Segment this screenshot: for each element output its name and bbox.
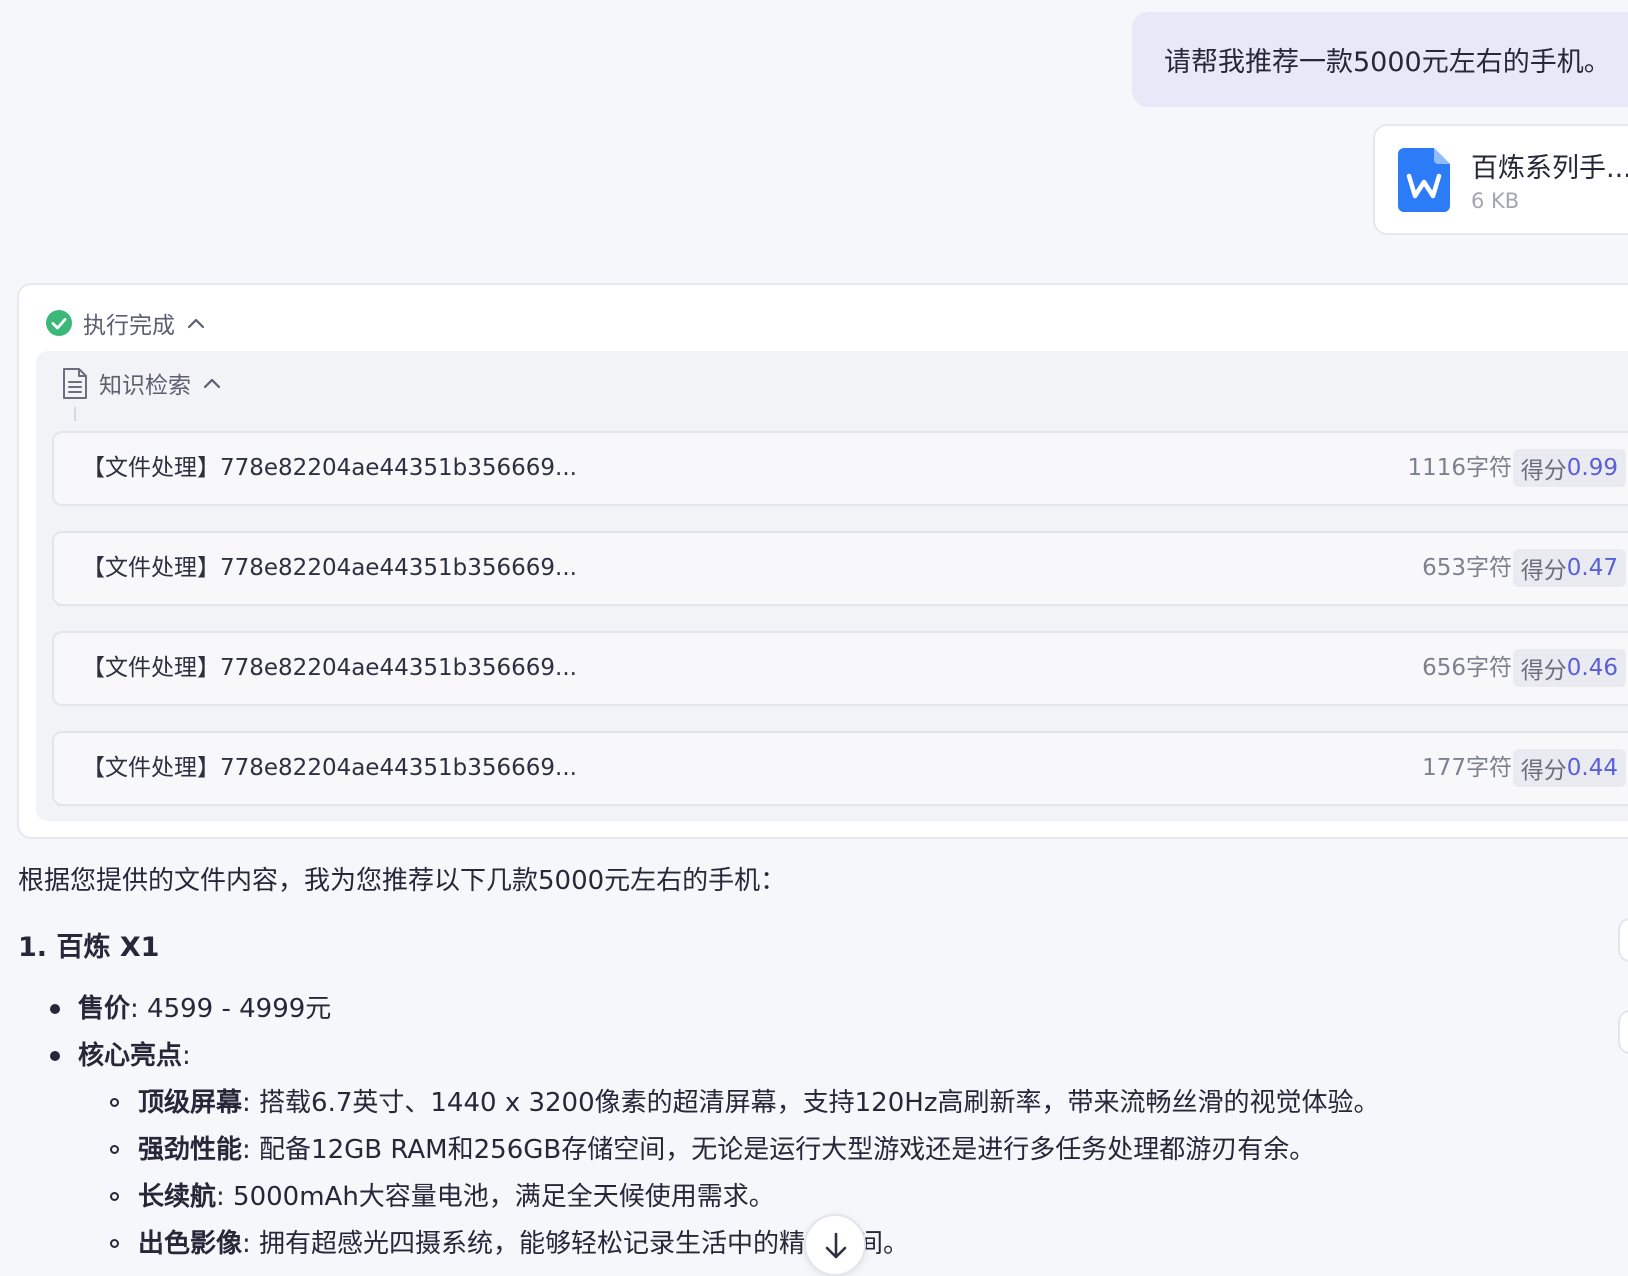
highlight-item: 出色影像: 拥有超感光四摄系统，能够轻松记录生活中的精彩瞬间。 — [138, 1223, 909, 1260]
bullet-dot — [50, 1004, 60, 1014]
sub-bullet-ring — [110, 1239, 119, 1248]
retrieval-result-row[interactable]: 【文件处理】778e82204ae44351b356669... 177字符 得… — [52, 731, 1628, 806]
word-document-icon — [1398, 148, 1450, 212]
score-value: 0.47 — [1566, 555, 1618, 581]
execution-panel: 执行完成 知识检索 【文件处理】778e82204ae44351b356669.… — [17, 283, 1628, 839]
price-label: 售价 — [78, 994, 131, 1024]
highlight-label: 顶级屏幕 — [138, 1088, 243, 1118]
scroll-to-bottom-button[interactable] — [804, 1214, 866, 1276]
result-char-count: 177字符 — [1422, 755, 1512, 781]
knowledge-retrieval-toggle[interactable]: 知识检索 — [62, 365, 221, 401]
highlights-colon: : — [182, 1041, 191, 1071]
highlight-text: : 搭载6.7英寸、1440 x 3200像素的超清屏幕，支持120Hz高刷新率… — [242, 1088, 1380, 1118]
score-label: 得分 — [1520, 558, 1567, 584]
retrieval-result-row[interactable]: 【文件处理】778e82204ae44351b356669... 656字符 得… — [52, 631, 1628, 706]
price-value: : 4599 - 4999元 — [130, 994, 332, 1024]
arrow-down-icon — [825, 1232, 847, 1259]
highlight-label: 强劲性能 — [138, 1135, 243, 1165]
attachment-card[interactable]: 百炼系列手... 6 KB — [1373, 124, 1628, 235]
result-title: 【文件处理】778e82204ae44351b356669... — [82, 755, 577, 781]
score-badge: 得分 0.47 — [1512, 549, 1626, 587]
highlight-text: : 5000mAh大容量电池，满足全天候使用需求。 — [216, 1182, 775, 1212]
score-label: 得分 — [1520, 658, 1567, 684]
result-char-count: 653字符 — [1422, 555, 1512, 581]
side-action-button[interactable] — [1618, 1010, 1628, 1054]
score-badge: 得分 0.99 — [1512, 449, 1626, 487]
score-label: 得分 — [1520, 758, 1567, 784]
score-value: 0.44 — [1566, 755, 1618, 781]
score-badge: 得分 0.46 — [1512, 649, 1626, 687]
attachment-name: 百炼系列手... — [1471, 153, 1628, 184]
highlight-label: 长续航 — [138, 1182, 217, 1212]
score-label: 得分 — [1520, 458, 1567, 484]
score-badge: 得分 0.44 — [1512, 749, 1626, 787]
document-icon — [63, 367, 87, 399]
chevron-up-icon — [187, 318, 205, 329]
chevron-up-icon — [203, 378, 221, 389]
side-action-button[interactable] — [1618, 918, 1628, 962]
result-char-count: 656字符 — [1422, 655, 1512, 681]
attachment-size: 6 KB — [1471, 189, 1520, 213]
price-item: 售价: 4599 - 4999元 — [78, 988, 331, 1025]
result-title: 【文件处理】778e82204ae44351b356669... — [82, 555, 577, 581]
sub-bullet-ring — [110, 1192, 119, 1201]
tree-connector — [74, 407, 76, 421]
highlight-text: : 配备12GB RAM和256GB存储空间，无论是运行大型游戏还是进行多任务处… — [242, 1135, 1316, 1165]
sub-bullet-ring — [110, 1098, 119, 1107]
highlights-label: 核心亮点 — [78, 1041, 183, 1071]
retrieval-result-row[interactable]: 【文件处理】778e82204ae44351b356669... 1116字符 … — [52, 431, 1628, 506]
knowledge-retrieval-label: 知识检索 — [99, 373, 191, 399]
highlight-item: 强劲性能: 配备12GB RAM和256GB存储空间，无论是运行大型游戏还是进行… — [138, 1129, 1315, 1166]
check-circle-icon — [46, 310, 72, 336]
knowledge-retrieval-section: 知识检索 【文件处理】778e82204ae44351b356669... 11… — [36, 351, 1628, 821]
execution-status-label: 执行完成 — [83, 313, 175, 339]
execution-status-toggle[interactable]: 执行完成 — [46, 305, 205, 341]
highlight-item: 顶级屏幕: 搭载6.7英寸、1440 x 3200像素的超清屏幕，支持120Hz… — [138, 1082, 1379, 1119]
result-title: 【文件处理】778e82204ae44351b356669... — [82, 455, 577, 481]
score-value: 0.46 — [1566, 655, 1618, 681]
user-message-bubble: 请帮我推荐一款5000元左右的手机。 — [1132, 12, 1628, 107]
sub-bullet-ring — [110, 1145, 119, 1154]
model-heading: 1. 百炼 X1 — [18, 932, 160, 963]
highlights-item: 核心亮点: — [78, 1035, 191, 1072]
user-message-text: 请帮我推荐一款5000元左右的手机。 — [1164, 47, 1611, 78]
score-value: 0.99 — [1566, 455, 1618, 481]
retrieval-result-row[interactable]: 【文件处理】778e82204ae44351b356669... 653字符 得… — [52, 531, 1628, 606]
highlight-item: 长续航: 5000mAh大容量电池，满足全天候使用需求。 — [138, 1176, 775, 1213]
highlight-label: 出色影像 — [138, 1229, 243, 1259]
result-title: 【文件处理】778e82204ae44351b356669... — [82, 655, 577, 681]
bullet-dot — [50, 1051, 60, 1061]
answer-intro: 根据您提供的文件内容，我为您推荐以下几款5000元左右的手机： — [18, 866, 787, 896]
result-char-count: 1116字符 — [1407, 455, 1512, 481]
